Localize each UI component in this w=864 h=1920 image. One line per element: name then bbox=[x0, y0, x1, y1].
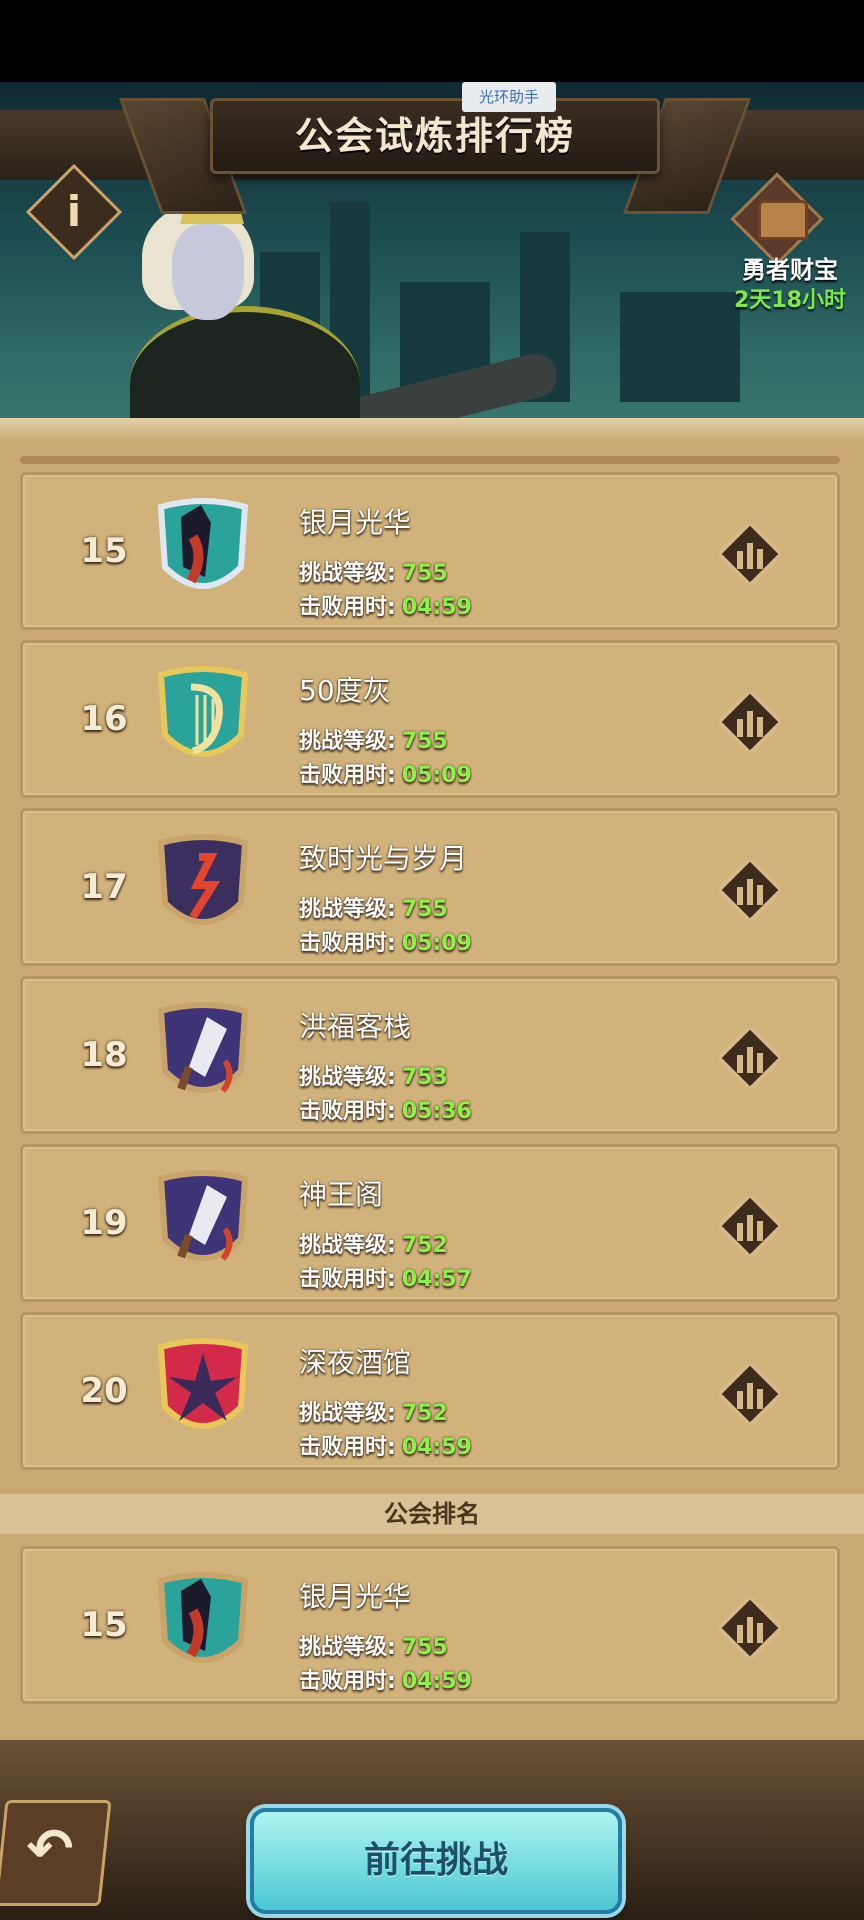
rank-number: 15 bbox=[80, 1605, 128, 1645]
guild-emblem-icon bbox=[157, 834, 249, 925]
bar-chart-icon[interactable] bbox=[719, 1597, 781, 1659]
challenge-level-value: 755 bbox=[401, 729, 448, 754]
bar-chart-icon[interactable] bbox=[719, 1027, 781, 1089]
rank-number: 18 bbox=[80, 1035, 128, 1075]
hero-face bbox=[172, 224, 244, 320]
ranking-row[interactable]: 16 50度灰 挑战等级: 755 击败用时: 05:09 bbox=[20, 640, 840, 798]
challenge-level-value: 755 bbox=[401, 561, 448, 586]
defeat-time-label: 击败用时: bbox=[299, 595, 396, 620]
defeat-time-label: 击败用时: bbox=[299, 1435, 396, 1460]
defeat-time-value: 05:09 bbox=[401, 763, 472, 788]
bar-chart-icon[interactable] bbox=[719, 1363, 781, 1425]
guild-emblem-icon bbox=[157, 1170, 249, 1261]
guild-emblem-icon bbox=[157, 1002, 249, 1093]
challenge-level: 挑战等级: 755 bbox=[299, 555, 448, 587]
defeat-time-value: 05:09 bbox=[401, 931, 472, 956]
challenge-level-label: 挑战等级: bbox=[299, 729, 396, 754]
defeat-time-value: 04:59 bbox=[401, 595, 472, 620]
treasure-countdown: 2天18小时 bbox=[734, 288, 846, 313]
defeat-time: 击败用时: 04:59 bbox=[299, 1429, 472, 1461]
my-guild-row[interactable]: 15 银月光华 挑战等级: 755 击败用时: 04:59 bbox=[20, 1546, 840, 1704]
bar-chart-icon[interactable] bbox=[719, 1195, 781, 1257]
rank-number: 20 bbox=[80, 1371, 128, 1411]
back-arrow-icon[interactable]: ↶ bbox=[0, 1800, 100, 1900]
helper-badge[interactable]: 光环助手 bbox=[462, 82, 556, 112]
guild-name: 银月光华 bbox=[299, 1580, 412, 1613]
guild-emblem-icon bbox=[157, 498, 249, 589]
defeat-time-value: 05:36 bbox=[401, 1099, 472, 1124]
defeat-time-label: 击败用时: bbox=[299, 763, 396, 788]
bar-chart-icon[interactable] bbox=[719, 691, 781, 753]
guild-emblem-icon bbox=[157, 1338, 249, 1429]
challenge-level-value: 753 bbox=[401, 1065, 448, 1090]
treasure-label: 勇者财宝 bbox=[742, 256, 838, 284]
defeat-time-value: 04:57 bbox=[401, 1267, 472, 1292]
guild-name: 深夜酒馆 bbox=[299, 1346, 412, 1379]
challenge-level-label: 挑战等级: bbox=[299, 1065, 396, 1090]
challenge-level-label: 挑战等级: bbox=[299, 1401, 396, 1426]
challenge-level-value: 755 bbox=[401, 897, 448, 922]
ranking-row[interactable]: 15 银月光华 挑战等级: 755 击败用时: 04:59 bbox=[20, 472, 840, 630]
challenge-level: 挑战等级: 753 bbox=[299, 1059, 448, 1091]
ranking-row[interactable]: 18 洪福客栈 挑战等级: 753 击败用时: 05:36 bbox=[20, 976, 840, 1134]
guild-name: 致时光与岁月 bbox=[299, 842, 468, 875]
challenge-level-value: 752 bbox=[401, 1401, 448, 1426]
status-bar bbox=[0, 0, 864, 82]
defeat-time-value: 04:59 bbox=[401, 1435, 472, 1460]
challenge-level-label: 挑战等级: bbox=[299, 1233, 396, 1258]
challenge-level: 挑战等级: 755 bbox=[299, 891, 448, 923]
rank-number: 16 bbox=[80, 699, 128, 739]
guild-name: 50度灰 bbox=[299, 674, 391, 707]
challenge-level-label: 挑战等级: bbox=[299, 1635, 396, 1660]
title-plate: 公会试炼排行榜 bbox=[210, 98, 660, 174]
ranking-row[interactable]: 17 致时光与岁月 挑战等级: 755 击败用时: 05:09 bbox=[20, 808, 840, 966]
guild-name: 神王阁 bbox=[299, 1178, 384, 1211]
challenge-level-value: 755 bbox=[401, 1635, 448, 1660]
defeat-time: 击败用时: 05:09 bbox=[299, 925, 472, 957]
defeat-time: 击败用时: 04:57 bbox=[299, 1261, 472, 1293]
info-icon[interactable]: i bbox=[40, 178, 108, 246]
list-top-divider bbox=[20, 456, 840, 464]
page-title: 公会试炼排行榜 bbox=[294, 114, 575, 158]
ranking-row[interactable]: 20 深夜酒馆 挑战等级: 752 击败用时: 04:59 bbox=[20, 1312, 840, 1470]
defeat-time: 击败用时: 04:59 bbox=[299, 589, 472, 621]
panel-edge bbox=[0, 418, 864, 442]
rank-number: 15 bbox=[80, 531, 128, 571]
guild-rank-heading: 公会排名 bbox=[384, 1500, 480, 1528]
rank-number: 19 bbox=[80, 1203, 128, 1243]
challenge-level: 挑战等级: 755 bbox=[299, 1629, 448, 1661]
rank-number: 17 bbox=[80, 867, 128, 907]
defeat-time-label: 击败用时: bbox=[299, 931, 396, 956]
guild-emblem-icon bbox=[157, 1572, 249, 1663]
guild-emblem-icon bbox=[157, 666, 249, 757]
defeat-time: 击败用时: 05:36 bbox=[299, 1093, 472, 1125]
challenge-level-label: 挑战等级: bbox=[299, 561, 396, 586]
defeat-time-label: 击败用时: bbox=[299, 1267, 396, 1292]
defeat-time: 击败用时: 05:09 bbox=[299, 757, 472, 789]
defeat-time-label: 击败用时: bbox=[299, 1099, 396, 1124]
treasure-chest-icon[interactable] bbox=[758, 200, 808, 240]
ranking-row[interactable]: 19 神王阁 挑战等级: 752 击败用时: 04:57 bbox=[20, 1144, 840, 1302]
challenge-level: 挑战等级: 755 bbox=[299, 723, 448, 755]
challenge-level: 挑战等级: 752 bbox=[299, 1227, 448, 1259]
guild-name: 银月光华 bbox=[299, 506, 412, 539]
bar-chart-icon[interactable] bbox=[719, 523, 781, 585]
challenge-level: 挑战等级: 752 bbox=[299, 1395, 448, 1427]
guild-name: 洪福客栈 bbox=[299, 1010, 412, 1043]
challenge-level-value: 752 bbox=[401, 1233, 448, 1258]
defeat-time: 击败用时: 04:59 bbox=[299, 1663, 472, 1695]
defeat-time-value: 04:59 bbox=[401, 1669, 472, 1694]
defeat-time-label: 击败用时: bbox=[299, 1669, 396, 1694]
bar-chart-icon[interactable] bbox=[719, 859, 781, 921]
challenge-level-label: 挑战等级: bbox=[299, 897, 396, 922]
go-challenge-label[interactable]: 前往挑战 bbox=[250, 1808, 622, 1914]
